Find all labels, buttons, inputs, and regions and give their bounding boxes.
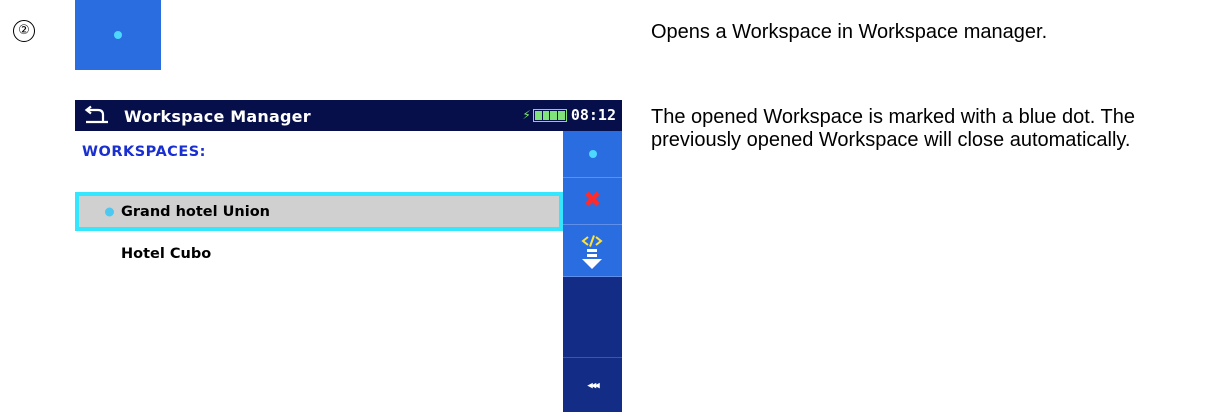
battery-icon [532,108,567,122]
blue-dot-icon [588,150,597,158]
description-marked: The opened Workspace is marked with a bl… [651,106,1135,151]
charging-icon: ⚡ [522,108,531,122]
title-bar: Workspace Manager ⚡ 08:12 [75,100,622,131]
workspace-name: Hotel Cubo [121,245,212,262]
back-arrow-icon[interactable] [83,105,111,125]
screen-title: Workspace Manager [124,107,311,126]
workspace-row-hotel-cubo[interactable]: Hotel Cubo [75,234,563,273]
workspace-name: Grand hotel Union [121,203,271,220]
triple-left-arrow-icon: ◂◂◂ [587,378,600,392]
description-open: Opens a Workspace in Workspace manager. [651,21,1048,43]
export-down-arrow-icon [581,235,603,269]
delete-workspace-button[interactable]: ✖ [563,178,622,225]
step-number-marker: ② [13,20,35,42]
collapse-toolbar-button[interactable]: ◂◂◂ [563,357,622,412]
workspace-row-grand-hotel-union[interactable]: Grand hotel Union [75,192,563,231]
export-workspace-button[interactable] [563,225,622,277]
delete-x-icon: ✖ [583,188,602,213]
open-workspace-button[interactable] [563,131,622,178]
device-screen: Workspace Manager ⚡ 08:12 WORKSPACES: Gr… [75,100,622,412]
side-toolbar: ✖ ◂◂◂ [563,131,622,412]
status-area: ⚡ 08:12 [522,106,616,124]
blue-dot-icon [114,31,122,39]
open-workspace-button-sample [75,0,161,70]
clock: 08:12 [570,106,616,124]
workspaces-heading: WORKSPACES: [82,144,206,160]
opened-dot-icon [105,207,114,216]
